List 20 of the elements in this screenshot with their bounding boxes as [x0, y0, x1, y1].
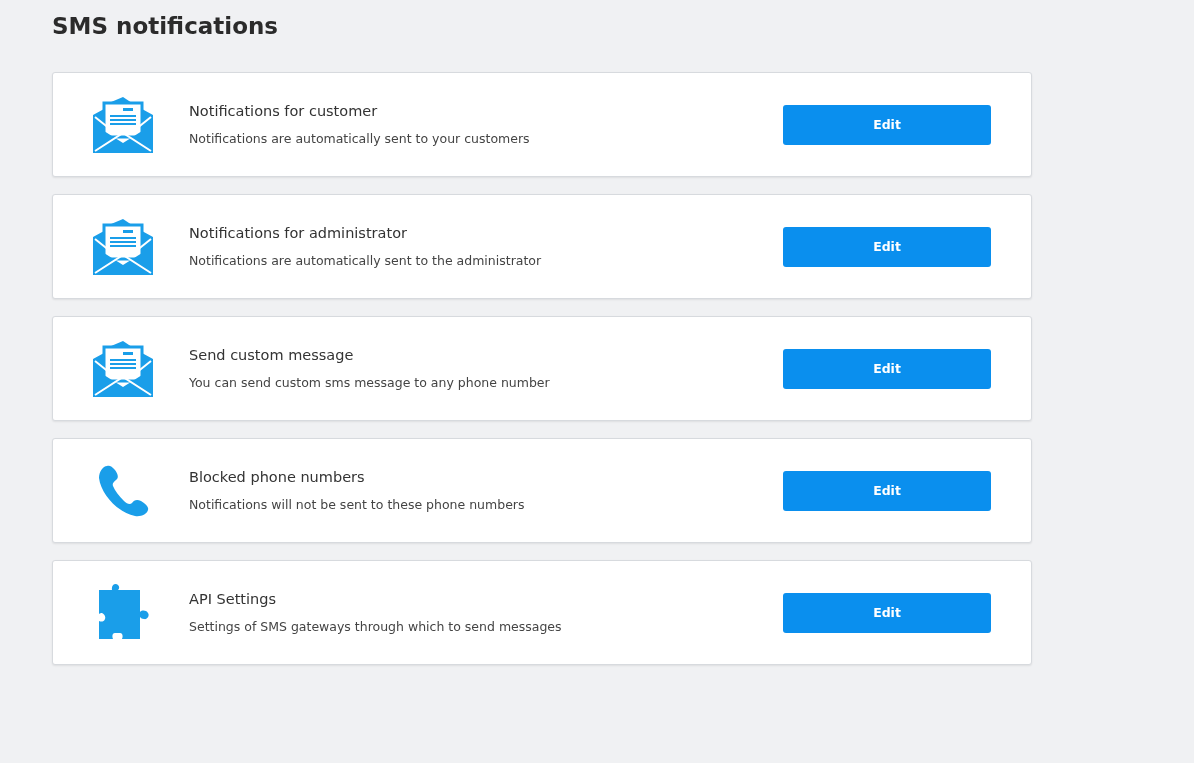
card-title: Notifications for administrator: [189, 225, 408, 241]
edit-button[interactable]: Edit: [783, 348, 991, 389]
card-title: Notifications for customer: [189, 103, 379, 119]
card-title: Blocked phone numbers: [189, 469, 366, 485]
card-title: API Settings: [189, 591, 278, 607]
card-description: Notifications are automatically sent to your customers: [189, 131, 531, 146]
envelope-icon: [93, 218, 153, 275]
edit-button[interactable]: Edit: [783, 470, 991, 511]
edit-button[interactable]: Edit: [783, 104, 991, 145]
card-title: Send custom message: [189, 347, 355, 363]
card-description: Notifications will not be sent to these phone numbers: [189, 497, 526, 512]
card-description: You can send custom sms message to any phone number: [189, 375, 551, 390]
card-description: Notifications are automatically sent to the administrator: [189, 253, 543, 268]
edit-button[interactable]: Edit: [783, 226, 991, 267]
envelope-icon: [93, 340, 153, 397]
phone-icon: [97, 463, 149, 518]
envelope-icon: [93, 96, 153, 153]
page-title: SMS notifications: [52, 13, 280, 39]
edit-button[interactable]: Edit: [783, 592, 991, 633]
card-description: Settings of SMS gateways through which to send messages: [189, 619, 563, 634]
